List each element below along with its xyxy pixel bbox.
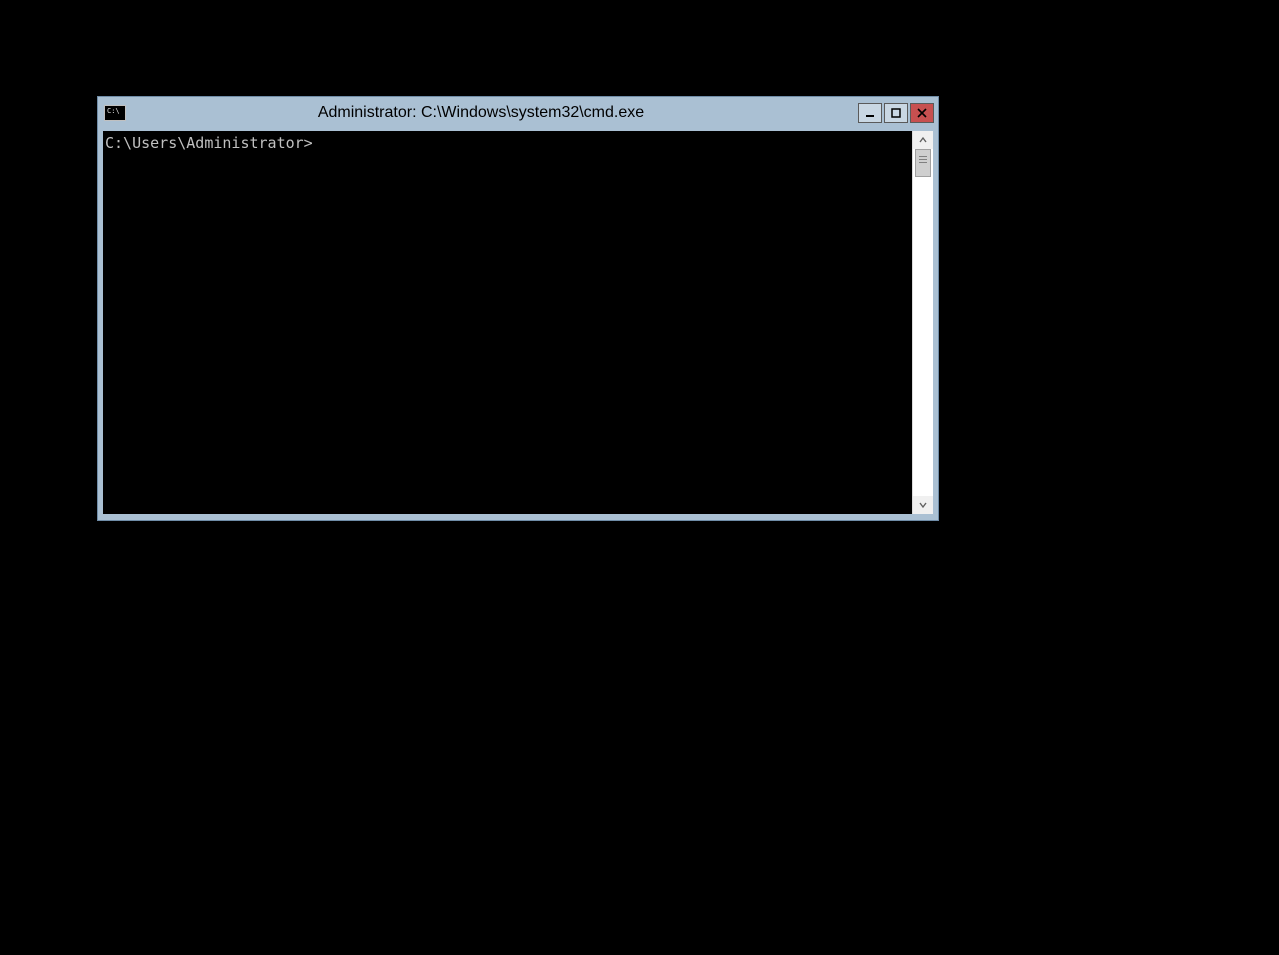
close-icon bbox=[917, 108, 927, 118]
minimize-icon bbox=[865, 108, 875, 118]
close-button[interactable] bbox=[910, 103, 934, 123]
chevron-up-icon bbox=[918, 135, 928, 145]
scroll-track[interactable] bbox=[913, 149, 933, 496]
titlebar[interactable]: Administrator: C:\Windows\system32\cmd.e… bbox=[98, 97, 938, 129]
scroll-down-button[interactable] bbox=[913, 496, 933, 514]
maximize-button[interactable] bbox=[884, 103, 908, 123]
window-buttons bbox=[858, 103, 934, 123]
cmd-icon bbox=[104, 105, 126, 121]
scroll-up-button[interactable] bbox=[913, 131, 933, 149]
chevron-down-icon bbox=[918, 500, 928, 510]
minimize-button[interactable] bbox=[858, 103, 882, 123]
maximize-icon bbox=[891, 108, 901, 118]
client-area: C:\Users\Administrator> bbox=[103, 131, 933, 514]
prompt-text: C:\Users\Administrator> bbox=[105, 134, 313, 152]
cmd-window: Administrator: C:\Windows\system32\cmd.e… bbox=[97, 96, 939, 521]
scroll-thumb[interactable] bbox=[915, 149, 931, 177]
vertical-scrollbar[interactable] bbox=[912, 131, 933, 514]
console-output[interactable]: C:\Users\Administrator> bbox=[103, 131, 912, 514]
window-title: Administrator: C:\Windows\system32\cmd.e… bbox=[132, 104, 830, 122]
